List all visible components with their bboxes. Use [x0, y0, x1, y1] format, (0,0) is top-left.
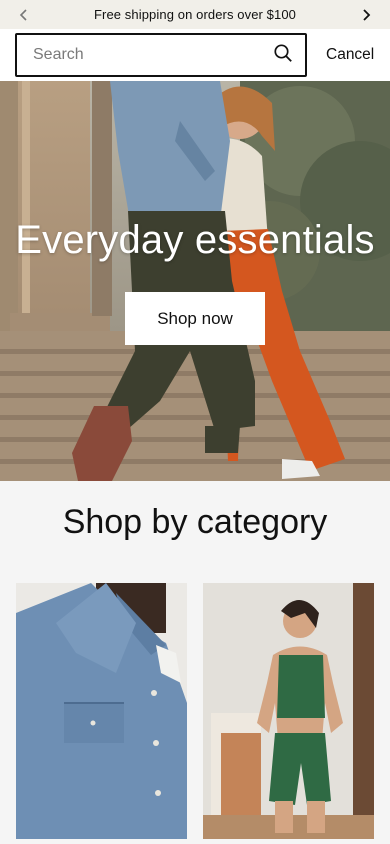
category-card-activewear[interactable] — [203, 583, 374, 839]
shop-now-button[interactable]: Shop now — [125, 292, 265, 345]
announcement-bar: Free shipping on orders over $100 — [0, 0, 390, 29]
hero-banner[interactable]: Everyday essentials Shop now — [0, 81, 390, 481]
denim-shirt-photo — [16, 583, 187, 839]
green-activewear-photo — [203, 583, 374, 839]
category-card-shirts[interactable] — [16, 583, 187, 839]
search-input[interactable] — [33, 46, 253, 64]
chevron-right-icon[interactable] — [356, 5, 376, 25]
search-bar: Cancel — [0, 29, 390, 81]
search-icon[interactable] — [273, 43, 293, 68]
section-title: Shop by category — [62, 503, 328, 541]
announcement-text: Free shipping on orders over $100 — [93, 7, 297, 22]
chevron-left-icon[interactable] — [14, 5, 34, 25]
cancel-button[interactable]: Cancel — [326, 46, 374, 64]
hero-photo — [0, 81, 390, 481]
hero-title: Everyday essentials — [15, 218, 375, 262]
search-box[interactable] — [15, 33, 307, 77]
